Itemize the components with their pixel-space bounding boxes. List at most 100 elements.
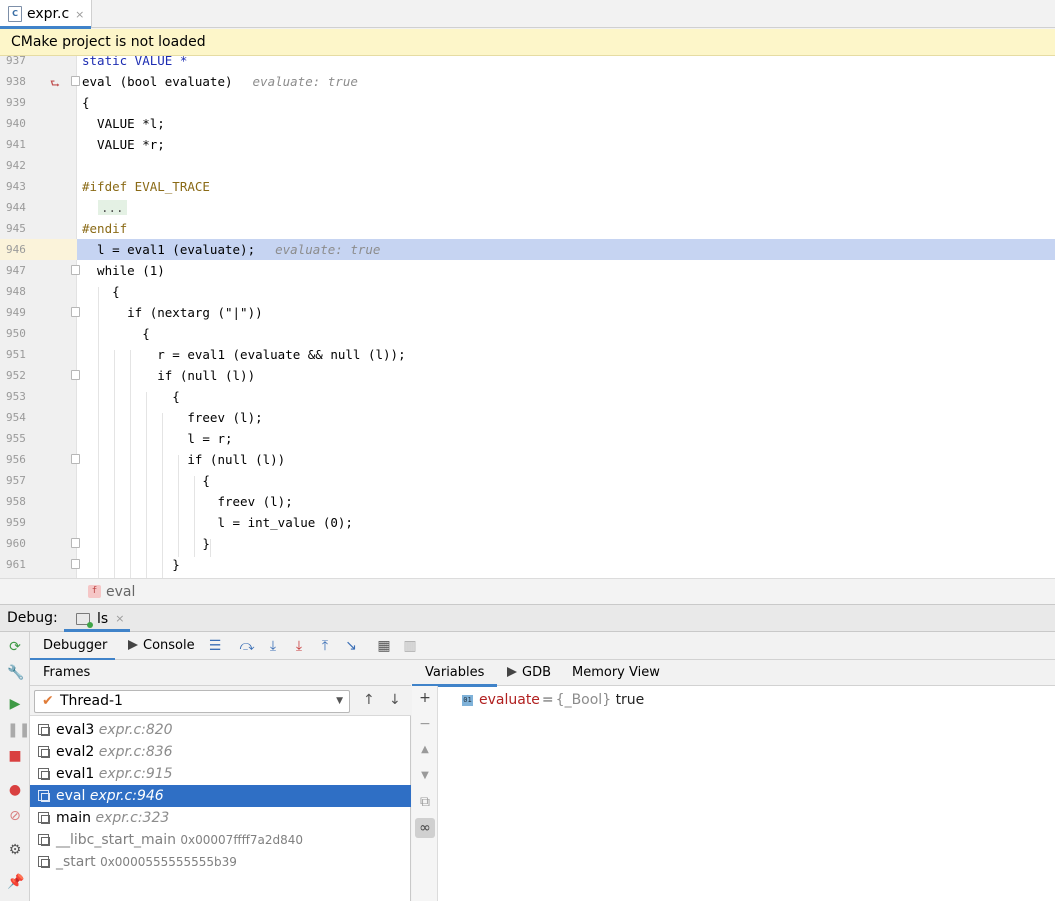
rerun-icon[interactable]: ⟳	[7, 639, 23, 655]
arrow-up-icon[interactable]: ↑	[363, 692, 375, 708]
arrow-down-icon[interactable]: ↓	[389, 692, 401, 708]
frame-text: eval3 expr.c:820	[56, 719, 173, 741]
variables-panel: Variables GDB Memory View + − ▲ ▼ ⧉ ∞ 01…	[412, 660, 1055, 901]
frame-row[interactable]: _start 0x0000555555555b39	[30, 851, 411, 873]
breadcrumb: f eval	[0, 578, 1055, 604]
tab-memory-view[interactable]: Memory View	[572, 660, 660, 686]
stop-icon[interactable]: ■	[7, 748, 23, 764]
fold-marker[interactable]	[71, 307, 80, 317]
gear-icon[interactable]: ⚙	[7, 842, 23, 858]
code-text: #ifdef EVAL_TRACE	[82, 179, 210, 194]
fold-marker[interactable]	[71, 538, 80, 548]
fold-marker[interactable]	[71, 265, 80, 275]
frame-row[interactable]: eval3 expr.c:820	[30, 719, 411, 741]
fold-marker[interactable]	[71, 559, 80, 569]
frame-name: eval3	[56, 722, 95, 738]
tab-label: Console	[143, 638, 195, 653]
code-line: 954 freev (l);	[0, 407, 1055, 428]
check-icon: ✔	[42, 693, 54, 709]
frame-row[interactable]: __libc_start_main 0x00007ffff7a2d840	[30, 829, 411, 851]
code-text: {	[82, 389, 180, 404]
move-down-icon[interactable]: ▼	[417, 768, 433, 784]
tab-gdb[interactable]: GDB	[507, 660, 551, 686]
stack-frame-icon	[38, 812, 50, 824]
fold-marker[interactable]	[71, 370, 80, 380]
fold-marker[interactable]	[71, 76, 80, 86]
code-line: 960 }	[0, 533, 1055, 554]
line-number: 939	[6, 96, 26, 109]
show-execution-point-icon[interactable]: ☰	[207, 638, 223, 654]
code-line: 957 {	[0, 470, 1055, 491]
code-line: 958 freev (l);	[0, 491, 1055, 512]
mute-breakpoints-icon[interactable]: ⊘	[7, 808, 23, 824]
close-icon[interactable]: ×	[115, 612, 124, 625]
layout-icon[interactable]: ▥	[402, 638, 418, 654]
frame-row[interactable]: eval2 expr.c:836	[30, 741, 411, 763]
frame-row[interactable]: main expr.c:323	[30, 807, 411, 829]
tab-debugger[interactable]: Debugger	[30, 632, 115, 661]
frame-text: main expr.c:323	[56, 807, 169, 829]
code-text: {	[82, 473, 210, 488]
variable-row[interactable]: 01 evaluate = {_Bool} true	[462, 690, 644, 710]
variables-tab-bar: Variables GDB Memory View	[412, 660, 1055, 687]
fold-marker[interactable]	[71, 454, 80, 464]
tab-console[interactable]: Console	[128, 632, 208, 660]
code-line: 939 {	[0, 92, 1055, 113]
frame-row[interactable]: eval1 expr.c:915	[30, 763, 411, 785]
add-watch-icon[interactable]: +	[417, 690, 433, 706]
line-number: 943	[6, 180, 26, 193]
wrench-icon[interactable]: 🔧	[7, 665, 24, 681]
thread-label: Thread-1	[60, 693, 123, 709]
pin-icon[interactable]: 📌	[7, 874, 24, 890]
copy-icon[interactable]: ⧉	[417, 794, 433, 810]
step-out-icon[interactable]: ⤒	[317, 638, 333, 654]
code-editor[interactable]: 937 static VALUE * 938 ⮑ eval (bool eval…	[0, 56, 1055, 578]
variable-name: evaluate	[479, 692, 540, 708]
move-up-icon[interactable]: ▲	[417, 742, 433, 758]
frame-text: _start 0x0000555555555b39	[56, 851, 237, 873]
code-text: l = r;	[82, 431, 233, 446]
code-text: }	[82, 557, 180, 572]
frame-name: main	[56, 810, 91, 826]
stack-frame-icon	[38, 834, 50, 846]
line-number: 938	[6, 75, 26, 88]
debug-session-tab[interactable]: ls ×	[64, 605, 130, 632]
run-to-cursor-icon[interactable]: ↘	[343, 638, 359, 654]
breadcrumb-item-eval[interactable]: eval	[106, 584, 135, 600]
collapsed-region[interactable]: ...	[98, 200, 127, 215]
inline-value-hint: evaluate: true	[275, 242, 381, 257]
thread-selector-row: ✔ Thread-1 ▼ ↑ ↓	[30, 686, 411, 716]
editor-tab-label: expr.c	[27, 6, 70, 22]
step-into-icon[interactable]: ⤓	[265, 638, 281, 654]
chevron-down-icon: ▼	[336, 696, 343, 706]
glasses-icon[interactable]: ∞	[415, 818, 435, 838]
pause-icon[interactable]: ❚❚	[7, 722, 30, 738]
remove-watch-icon[interactable]: −	[417, 716, 433, 732]
bool-type-icon: 01	[462, 694, 473, 706]
current-execution-line: 946 l = eval1 (evaluate); evaluate: true	[0, 239, 1055, 260]
line-number: 955	[6, 432, 26, 445]
evaluate-expression-icon[interactable]: ▦	[376, 638, 392, 654]
frame-row-selected[interactable]: eval expr.c:946	[30, 785, 411, 807]
editor-tab-expr-c[interactable]: C expr.c ×	[0, 0, 92, 29]
code-line: 945 #endif	[0, 218, 1055, 239]
code-line: 943 #ifdef EVAL_TRACE	[0, 176, 1055, 197]
thread-dropdown[interactable]: ✔ Thread-1 ▼	[34, 690, 350, 713]
step-over-icon[interactable]: ⤼	[239, 638, 255, 654]
code-text: l = eval1 (evaluate); evaluate: true	[82, 239, 380, 260]
code-line: 941 VALUE *r;	[0, 134, 1055, 155]
session-label: ls	[97, 610, 109, 627]
variables-toolbar: + − ▲ ▼ ⧉ ∞	[412, 686, 438, 901]
code-line: 948 {	[0, 281, 1055, 302]
code-line: 961 }	[0, 554, 1055, 575]
code-text: eval (bool evaluate)	[82, 74, 233, 89]
close-icon[interactable]: ×	[75, 8, 84, 21]
force-step-into-icon[interactable]: ⤓	[291, 638, 307, 654]
frame-name: eval1	[56, 766, 95, 782]
line-number: 961	[6, 558, 26, 571]
line-number: 956	[6, 453, 26, 466]
debug-session-icon	[76, 612, 93, 628]
view-breakpoints-icon[interactable]: ●	[7, 782, 23, 798]
resume-icon[interactable]: ▶	[7, 696, 23, 712]
tab-variables[interactable]: Variables	[412, 660, 498, 687]
